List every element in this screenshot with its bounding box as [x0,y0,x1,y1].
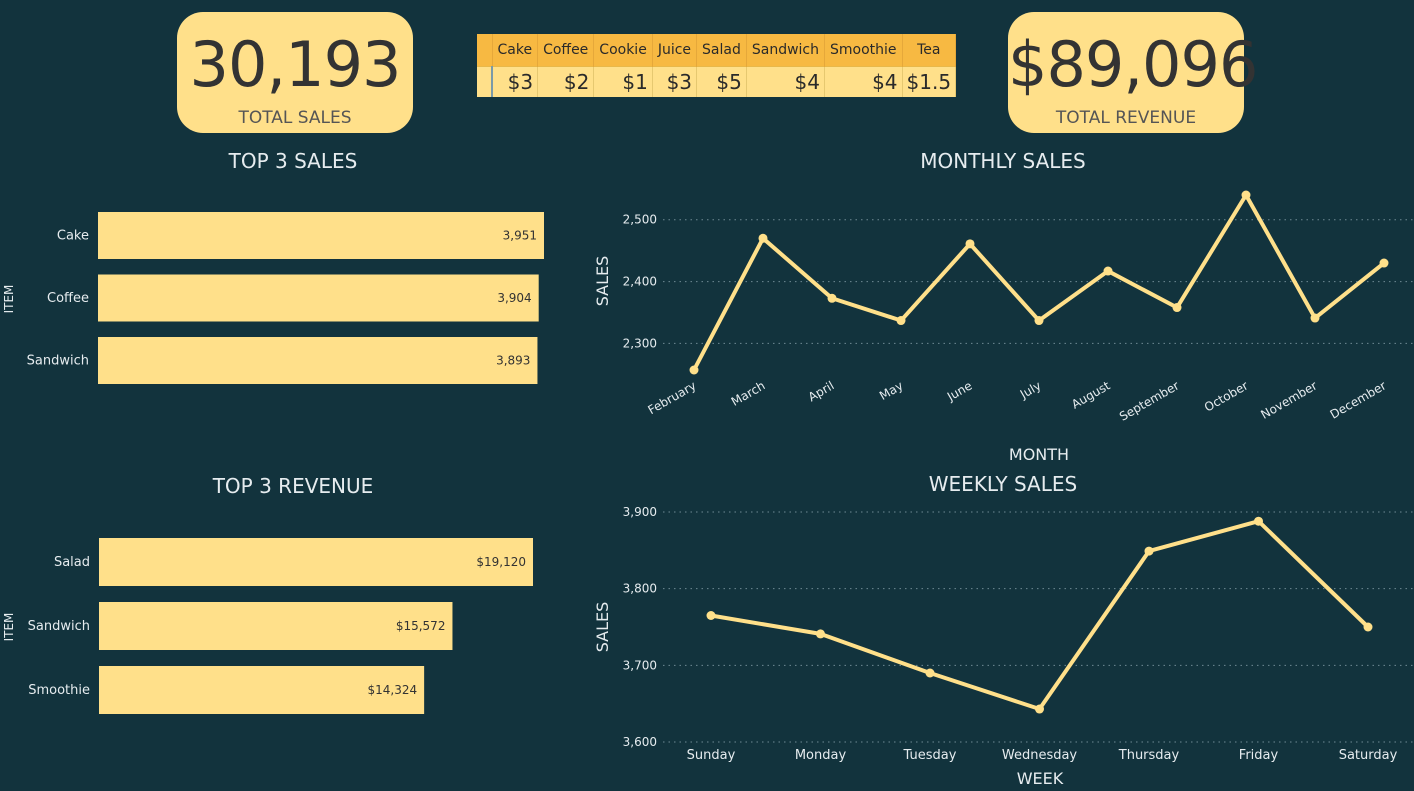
data-point [689,365,699,375]
bar-category-label: Coffee [47,291,89,306]
series-line-3 [710,519,1370,712]
x-tick-label: April [806,378,837,404]
data-point [1363,622,1373,632]
bar-data-label: $15,572 [396,619,446,633]
x-axis-title: MONTH [1009,445,1069,464]
bar-0-2 [98,337,538,384]
x-tick-label: Friday [1239,748,1279,763]
data-point [1310,313,1320,323]
y-tick-label: 3,700 [623,658,657,672]
x-tick-label: Wednesday [1002,748,1078,763]
y-tick-label: 2,400 [623,275,657,289]
y-tick-label: 3,800 [623,582,657,596]
bar-axis-title: ITEM [2,285,16,314]
x-tick-label: May [877,378,905,403]
bar-1-0 [99,538,533,586]
x-tick-label: Sunday [687,748,736,763]
bar-category-label: Cake [57,229,89,244]
y-tick-label: 2,300 [623,336,657,350]
bar-axis-title: ITEM [2,613,16,642]
data-point [896,316,906,326]
bar-data-label: $14,324 [368,683,418,697]
data-point [1144,546,1154,556]
bar-data-label: 3,951 [503,229,537,243]
x-tick-label: Saturday [1339,748,1398,763]
x-tick-label: March [729,378,768,408]
x-axis-title: WEEK [1017,769,1064,788]
x-tick-label: Monday [795,748,847,763]
bar-0-1 [98,274,539,322]
bar-data-label: $19,120 [476,555,526,569]
bar-category-label: Smoothie [28,683,90,698]
bar-category-label: Salad [54,555,90,570]
data-point [965,239,975,249]
y-tick-label: 3,900 [623,505,657,519]
data-point [1379,258,1389,268]
x-tick-label: February [645,378,698,417]
data-point [1241,190,1251,200]
y-tick-label: 2,500 [623,213,657,227]
data-point [706,611,716,620]
data-point [1103,266,1113,276]
data-point [1254,516,1263,526]
bar-0-0 [98,212,544,259]
x-tick-label: Tuesday [903,748,957,763]
x-tick-label: Thursday [1118,748,1180,763]
data-point [1035,704,1044,714]
data-point [758,233,768,243]
bar-data-label: 3,893 [496,354,530,368]
data-point [827,293,837,303]
x-tick-label: June [944,378,975,404]
y-axis-title: SALES [593,602,612,653]
x-tick-label: August [1069,378,1113,411]
bar-data-label: 3,904 [497,291,531,305]
data-point [925,668,935,678]
x-tick-label: September [1117,378,1181,423]
bar-category-label: Sandwich [27,354,89,369]
x-tick-label: December [1328,378,1389,421]
data-point [1034,316,1044,326]
charts-canvas: 3,951 Cake 3,904 Coffee 3,893 Sandwich ITEM $19… [2,190,1414,788]
data-point [1172,303,1182,313]
x-tick-label: July [1017,378,1044,401]
data-point [816,629,825,639]
y-tick-label: 3,600 [623,735,657,749]
x-tick-label: November [1258,378,1319,421]
x-tick-label: October [1202,378,1251,414]
y-axis-title: SALES [593,256,612,307]
bar-category-label: Sandwich [28,619,90,634]
